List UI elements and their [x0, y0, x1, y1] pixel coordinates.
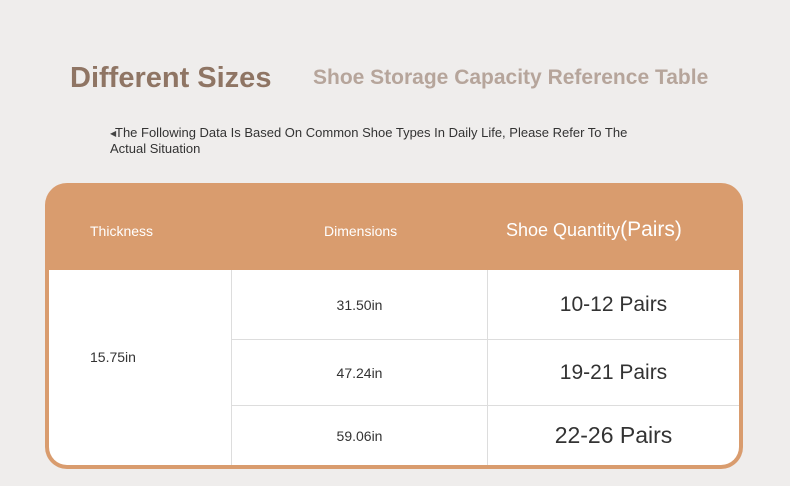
page-title: Different Sizes: [70, 62, 272, 94]
dimension-cell: 47.24in: [232, 340, 488, 405]
header-quantity-label: Shoe Quantity: [506, 220, 621, 240]
page-subtitle: Shoe Storage Capacity Reference Table: [313, 66, 709, 89]
capacity-table: Thickness Dimensions Shoe Quantity(Pairs…: [45, 183, 743, 469]
header-quantity: Shoe Quantity(Pairs): [506, 218, 682, 242]
info-note: ◀The Following Data Is Based On Common S…: [110, 125, 650, 156]
table-row: 47.24in 19-21 Pairs: [232, 340, 739, 406]
quantity-cell: 22-26 Pairs: [554, 422, 673, 448]
thickness-value: 15.75in: [90, 349, 136, 365]
header-thickness: Thickness: [90, 223, 154, 239]
dimension-cell: 59.06in: [232, 406, 488, 465]
info-note-text: The Following Data Is Based On Common Sh…: [110, 125, 628, 156]
header-dimensions: Dimensions: [324, 223, 398, 239]
table-row: 31.50in 10-12 Pairs: [232, 270, 739, 340]
quantity-cell: 19-21 Pairs: [559, 360, 668, 384]
header-quantity-unit: (Pairs): [620, 218, 682, 241]
thickness-cell: 15.75in: [49, 270, 232, 465]
table-row: 59.06in 22-26 Pairs: [232, 406, 739, 465]
table-body: 15.75in 31.50in 10-12 Pairs 47.24in 19-2…: [49, 270, 739, 465]
quantity-cell: 10-12 Pairs: [559, 292, 668, 316]
dimension-cell: 31.50in: [232, 270, 488, 339]
table-header: Thickness Dimensions Shoe Quantity(Pairs…: [45, 183, 743, 270]
